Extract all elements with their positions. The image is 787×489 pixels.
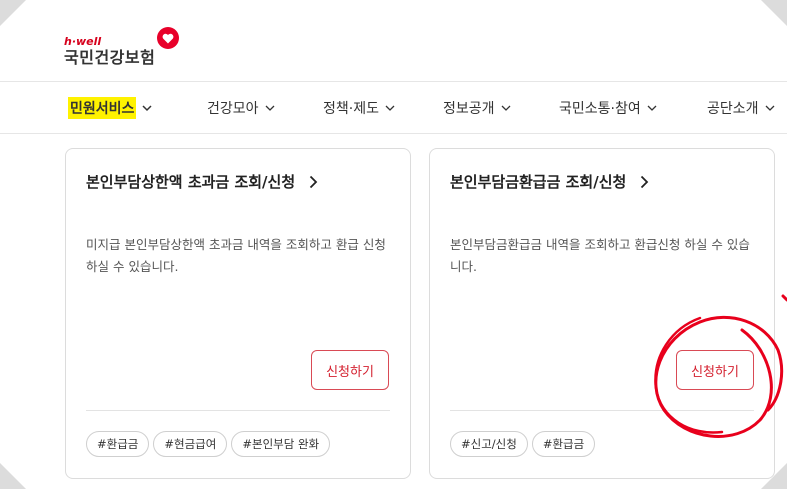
nav-item-label: 정책·제도	[323, 101, 379, 117]
logo-brand: h·well	[64, 35, 102, 48]
nav-item-health-moa[interactable]: 건강모아	[207, 82, 275, 134]
card-title-link[interactable]: 본인부담금환급금 조회/신청	[450, 171, 649, 192]
site-logo[interactable]: h·well 국민건강보험	[64, 27, 180, 68]
nav-item-label: 국민소통·참여	[559, 101, 641, 117]
site-header: h·well 국민건강보험	[0, 0, 787, 82]
logo-name: 국민건강보험	[64, 48, 156, 67]
chevron-down-icon	[647, 105, 657, 112]
main-navigation: 민원서비스 건강모아 정책·제도 정보공개 국민소통·참여 공단소개	[0, 82, 787, 134]
chevron-down-icon	[265, 105, 275, 112]
apply-button[interactable]: 신청하기	[311, 350, 389, 390]
chevron-right-icon	[309, 175, 318, 189]
apply-button[interactable]: 신청하기	[676, 350, 754, 390]
chevron-down-icon	[385, 105, 395, 112]
logo-text: h·well 국민건강보험	[64, 28, 155, 68]
card-divider	[86, 410, 390, 411]
tag-list: #신고/신청 #환급금	[450, 431, 596, 457]
nav-item-disclosure[interactable]: 정보공개	[443, 82, 511, 134]
nav-item-label: 정보공개	[443, 101, 495, 117]
card-title: 본인부담상한액 초과금 조회/신청	[86, 173, 296, 191]
card-description: 미지급 본인부담상한액 초과금 내역을 조회하고 환급 신청 하실 수 있습니다…	[86, 237, 386, 274]
chevron-down-icon	[142, 104, 152, 112]
nav-item-label: 공단소개	[707, 101, 759, 117]
nav-item-policy[interactable]: 정책·제도	[323, 82, 395, 134]
heart-logo-icon	[157, 27, 180, 49]
nav-item-about[interactable]: 공단소개	[707, 82, 775, 134]
card-divider	[450, 410, 754, 411]
tag-chip[interactable]: #현금급여	[153, 431, 228, 457]
card-title: 본인부담금환급금 조회/신청	[450, 173, 627, 191]
service-card: 본인부담금환급금 조회/신청 본인부담금환급금 내역을 조회하고 환급신청 하실…	[429, 148, 775, 479]
card-description: 본인부담금환급금 내역을 조회하고 환급신청 하실 수 있습니다.	[450, 237, 750, 274]
chevron-down-icon	[501, 105, 511, 112]
tag-chip[interactable]: #신고/신청	[450, 431, 528, 457]
tag-chip[interactable]: #본인부담 완화	[231, 431, 331, 457]
tag-list: #환급금 #현금급여 #본인부담 완화	[86, 431, 331, 457]
corner-shadow	[0, 463, 26, 489]
tag-chip[interactable]: #환급금	[86, 431, 150, 457]
nav-item-civil-service[interactable]: 민원서비스	[68, 82, 152, 134]
chevron-down-icon	[765, 105, 775, 112]
chevron-right-icon	[640, 175, 649, 189]
card-title-link[interactable]: 본인부담상한액 초과금 조회/신청	[86, 171, 318, 192]
nav-item-participation[interactable]: 국민소통·참여	[559, 82, 657, 134]
service-card: 본인부담상한액 초과금 조회/신청 미지급 본인부담상한액 초과금 내역을 조회…	[65, 148, 411, 479]
nav-item-label: 민원서비스	[68, 97, 137, 119]
tag-chip[interactable]: #환급금	[531, 431, 596, 457]
nav-item-label: 건강모아	[207, 101, 259, 117]
